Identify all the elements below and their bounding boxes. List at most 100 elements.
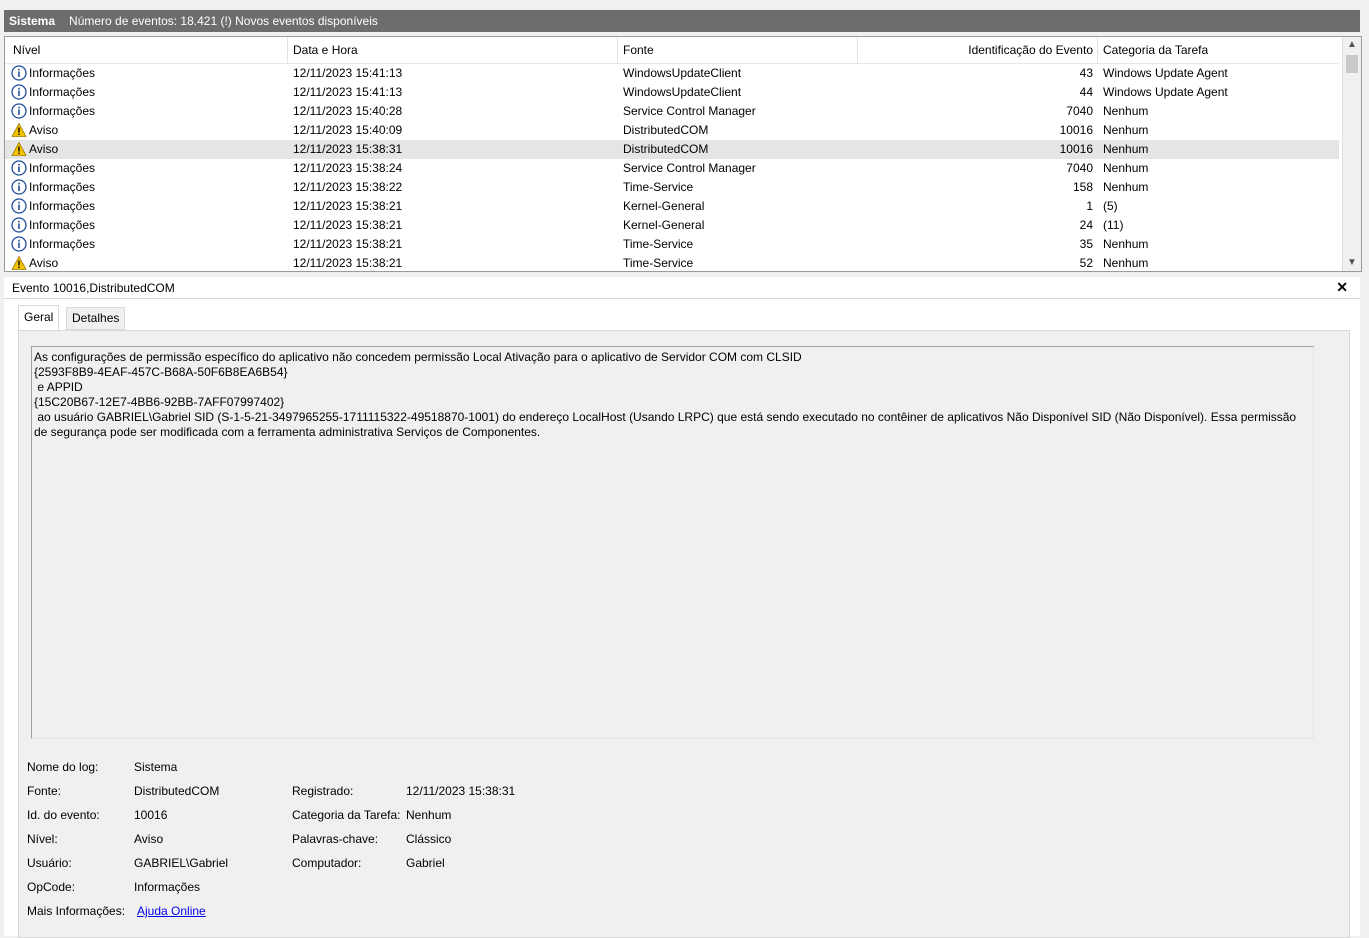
row-datetime: 12/11/2023 15:38:22 — [293, 180, 403, 194]
table-row[interactable]: Informações 12/11/2023 15:38:21 Kernel-Gen… — [5, 216, 1339, 235]
row-source: Time-Service — [623, 237, 694, 251]
row-source: Service Control Manager — [623, 104, 756, 118]
row-event-id: 44 — [1079, 85, 1093, 99]
log-name: Sistema — [9, 14, 56, 28]
user-value: GABRIEL\Gabriel — [134, 856, 229, 870]
table-row[interactable]: Informações 12/11/2023 15:38:24 Service Co… — [5, 159, 1339, 178]
info-icon — [11, 217, 27, 233]
row-category: Nenhum — [1103, 142, 1149, 156]
event-id-label: Id. do evento: — [27, 808, 100, 822]
row-category: Nenhum — [1103, 161, 1149, 175]
table-row[interactable]: Aviso 12/11/2023 15:38:31 DistributedCOM 10… — [5, 140, 1339, 159]
row-datetime: 12/11/2023 15:40:09 — [293, 123, 403, 137]
warning-icon — [11, 122, 27, 138]
tab-details[interactable]: Detalhes — [66, 307, 126, 330]
opcode-label: OpCode: — [27, 880, 76, 894]
row-source: WindowsUpdateClient — [623, 66, 742, 80]
info-icon — [11, 103, 27, 119]
table-row[interactable]: Informações 12/11/2023 15:38:22 Time-Servi… — [5, 178, 1339, 197]
table-row[interactable]: Aviso 12/11/2023 15:40:09 DistributedCOM 10… — [5, 121, 1339, 140]
column-source[interactable]: Fonte — [623, 43, 654, 57]
row-level: Informações — [29, 218, 96, 232]
row-category: Windows Update Agent — [1103, 85, 1228, 99]
computer-value: Gabriel — [406, 856, 445, 870]
row-datetime: 12/11/2023 15:38:24 — [293, 161, 403, 175]
row-level: Aviso — [29, 123, 59, 137]
row-category: Nenhum — [1103, 180, 1149, 194]
log-header-bar: Sistema Número de eventos: 18.421 (!) No… — [4, 10, 1360, 32]
logged-value: 12/11/2023 15:38:31 — [406, 784, 516, 798]
table-row[interactable]: Informações 12/11/2023 15:41:13 WindowsUpd… — [5, 64, 1339, 83]
event-detail-pane: Geral Detalhes As configurações de permi… — [4, 299, 1360, 938]
more-info-label: Mais Informações: — [27, 904, 126, 918]
row-event-id: 52 — [1079, 256, 1093, 270]
table-row[interactable]: Informações 12/11/2023 15:38:21 Kernel-Gen… — [5, 197, 1339, 216]
row-source: WindowsUpdateClient — [623, 85, 742, 99]
log-name-label: Nome do log: — [27, 760, 99, 774]
event-count-summary: Número de eventos: 18.421 (!) Novos even… — [69, 14, 378, 28]
row-event-id: 43 — [1079, 66, 1093, 80]
row-source: Service Control Manager — [623, 161, 756, 175]
row-source: Time-Service — [623, 180, 694, 194]
row-level: Informações — [29, 104, 96, 118]
keywords-label: Palavras-chave: — [292, 832, 379, 846]
event-detail-header: Evento 10016,DistributedCOM ✕ — [4, 277, 1360, 299]
log-name-value: Sistema — [134, 760, 178, 774]
row-level: Informações — [29, 199, 96, 213]
row-category: Nenhum — [1103, 123, 1149, 137]
scroll-down-icon[interactable]: ▼ — [1343, 255, 1361, 271]
row-level: Informações — [29, 161, 96, 175]
column-level[interactable]: Nível — [13, 43, 40, 57]
computer-label: Computador: — [292, 856, 362, 870]
table-row[interactable]: Informações 12/11/2023 15:38:21 Time-Servi… — [5, 235, 1339, 254]
pane-splitter[interactable] — [4, 272, 1360, 276]
row-event-id: 158 — [1072, 180, 1093, 194]
column-task-category[interactable]: Categoria da Tarefa — [1103, 43, 1208, 57]
row-datetime: 12/11/2023 15:41:13 — [293, 66, 403, 80]
user-label: Usuário: — [27, 856, 72, 870]
row-category: Windows Update Agent — [1103, 66, 1228, 80]
row-event-id: 1 — [1086, 199, 1093, 213]
row-level: Aviso — [29, 142, 59, 156]
row-source: Kernel-General — [623, 218, 705, 232]
row-event-id: 7040 — [1066, 104, 1093, 118]
row-level: Informações — [29, 180, 96, 194]
row-datetime: 12/11/2023 15:38:21 — [293, 237, 403, 251]
close-icon[interactable]: ✕ — [1336, 279, 1348, 296]
info-icon — [11, 160, 27, 176]
scroll-thumb[interactable] — [1346, 55, 1358, 73]
row-event-id: 10016 — [1059, 123, 1093, 137]
event-rows: Informações 12/11/2023 15:41:13 WindowsUpd… — [5, 64, 1339, 271]
column-event-id[interactable]: Identificação do Evento — [968, 43, 1093, 57]
table-row[interactable]: Aviso 12/11/2023 15:38:21 Time-Service 52 Ne… — [5, 254, 1339, 271]
info-icon — [11, 65, 27, 81]
list-scrollbar[interactable]: ▲ ▼ — [1342, 37, 1361, 271]
table-row[interactable]: Informações 12/11/2023 15:40:28 Service Co… — [5, 102, 1339, 121]
row-source: Kernel-General — [623, 199, 705, 213]
logged-label: Registrado: — [292, 784, 354, 798]
row-event-id: 7040 — [1066, 161, 1093, 175]
tab-general[interactable]: Geral — [18, 305, 60, 331]
row-level: Aviso — [29, 256, 59, 270]
level-label: Nível: — [27, 832, 58, 846]
table-row[interactable]: Informações 12/11/2023 15:41:13 WindowsUpd… — [5, 83, 1339, 102]
column-datetime[interactable]: Data e Hora — [293, 43, 358, 57]
event-message-text[interactable]: As configurações de permissão específico… — [31, 346, 1314, 739]
task-category-label: Categoria da Tarefa: — [292, 808, 401, 822]
row-category: Nenhum — [1103, 237, 1149, 251]
opcode-value: Informações — [134, 880, 201, 894]
online-help-link[interactable]: Ajuda Online — [137, 904, 206, 918]
scroll-up-icon[interactable]: ▲ — [1343, 37, 1361, 53]
row-level: Informações — [29, 85, 96, 99]
row-datetime: 12/11/2023 15:41:13 — [293, 85, 403, 99]
detail-scrollbar[interactable] — [1360, 299, 1369, 936]
row-level: Informações — [29, 237, 96, 251]
info-icon — [11, 179, 27, 195]
row-source: Time-Service — [623, 256, 694, 270]
source-label: Fonte: — [27, 784, 62, 798]
row-source: DistributedCOM — [623, 142, 709, 156]
task-category-value: Nenhum — [406, 808, 452, 822]
info-icon — [11, 236, 27, 252]
warning-icon — [11, 255, 27, 271]
event-list: Nível Data e Hora Fonte Identificação do… — [4, 36, 1362, 272]
